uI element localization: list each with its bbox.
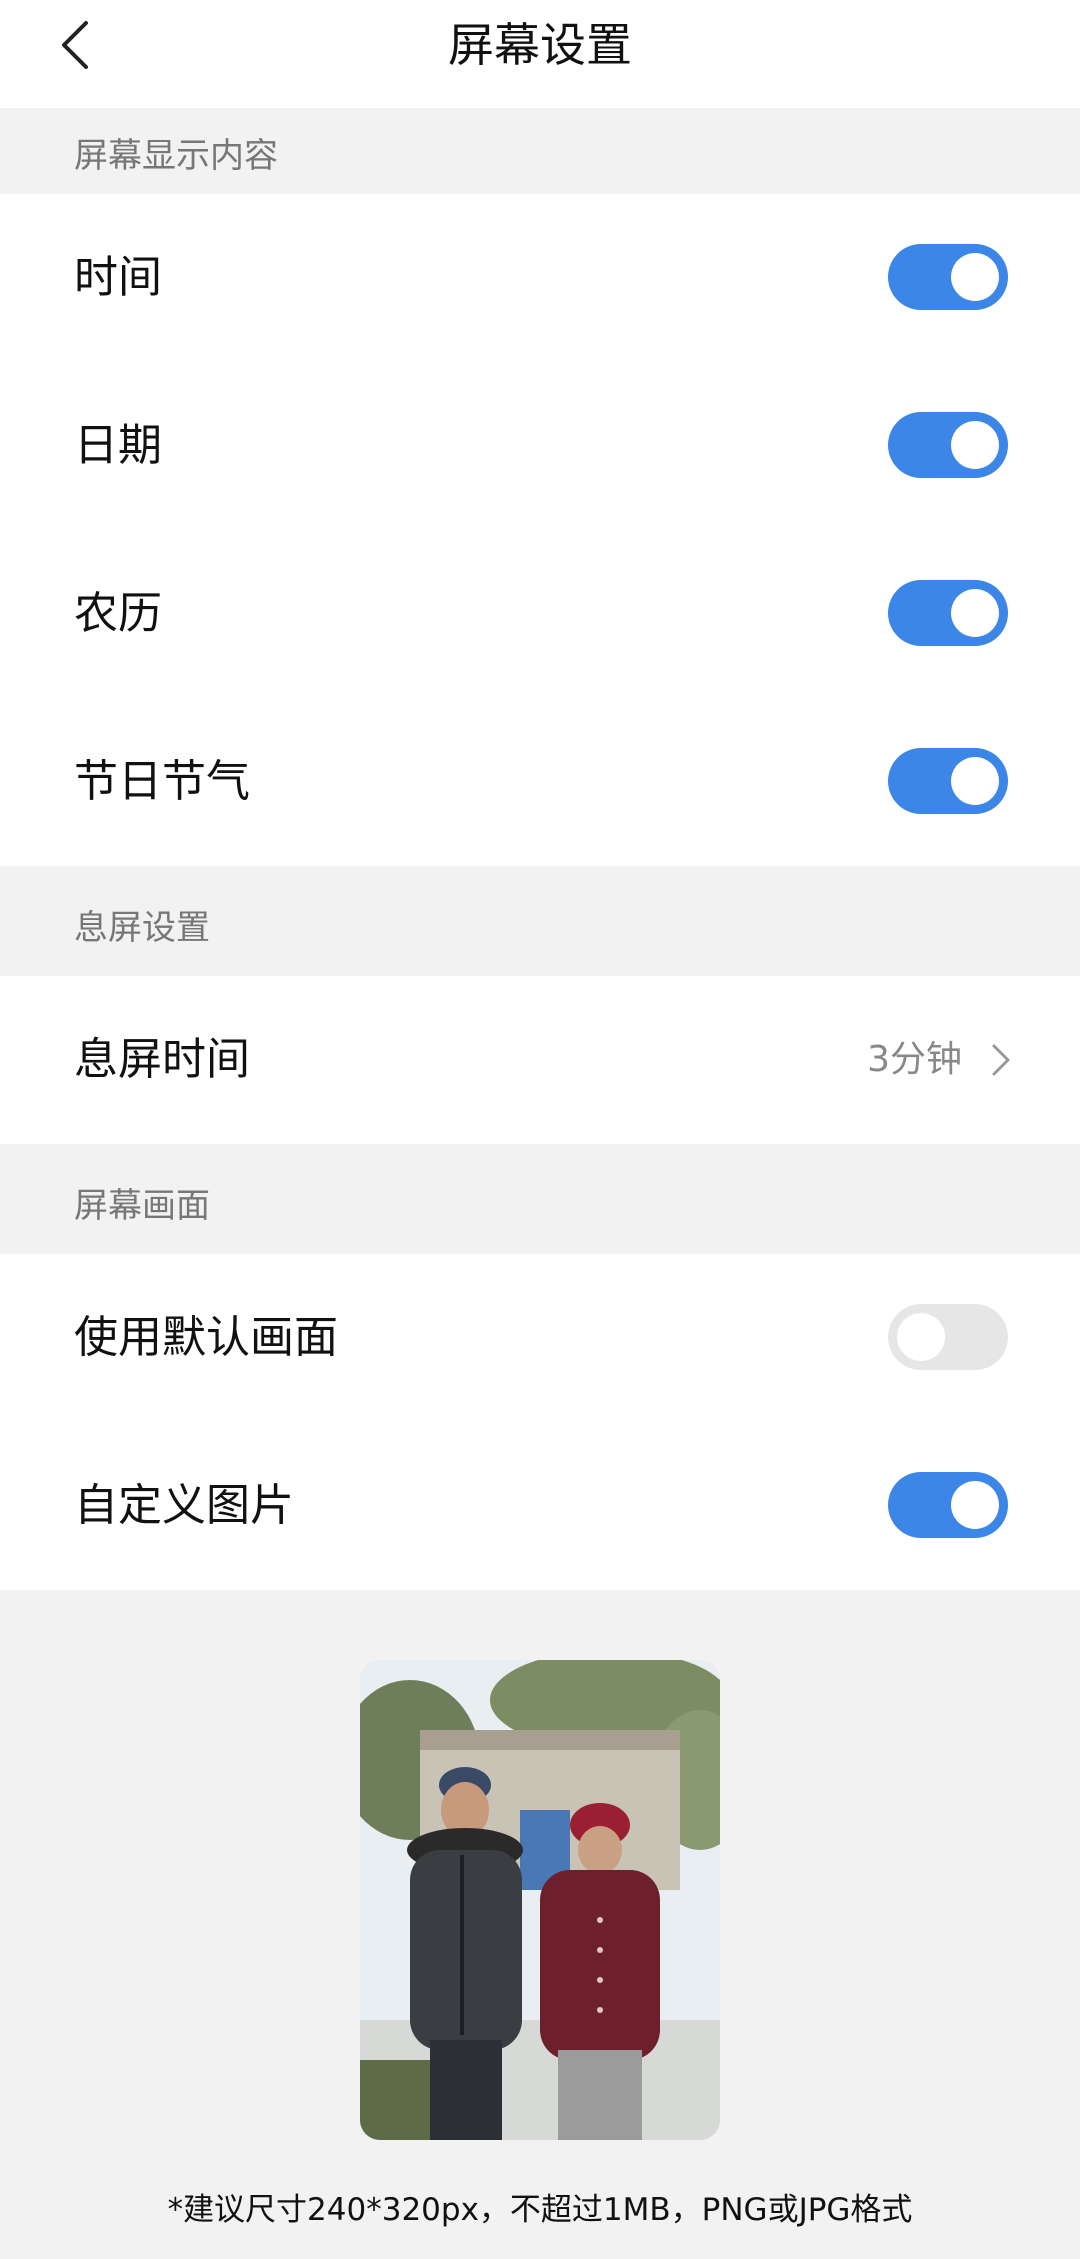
- photo-image: [360, 1660, 720, 2140]
- section-title: 屏幕画面: [74, 1186, 210, 1226]
- toggle-knob: [951, 757, 999, 805]
- row-lunar: 农历: [0, 530, 1080, 698]
- row-label: 农历: [74, 588, 162, 639]
- screen-off-card: 息屏时间 3分钟: [0, 976, 1080, 1144]
- row-label: 息屏时间: [74, 1034, 250, 1085]
- row-default-picture: 使用默认画面: [0, 1254, 1080, 1422]
- default-picture-toggle[interactable]: [888, 1304, 1008, 1370]
- row-label: 使用默认画面: [74, 1312, 338, 1363]
- row-time: 时间: [0, 194, 1080, 362]
- toggle-knob: [951, 421, 999, 469]
- date-toggle[interactable]: [888, 412, 1008, 478]
- picture-size-hint: *建议尺寸240*320px，不超过1MB，PNG或JPG格式: [167, 2192, 913, 2228]
- section-header-screen-picture: 屏幕画面: [0, 1144, 1080, 1254]
- section-header-display-content: 屏幕显示内容: [0, 108, 1080, 194]
- display-content-card: 时间 日期 农历 节日节气: [0, 194, 1080, 866]
- row-label: 自定义图片: [74, 1480, 294, 1531]
- section-title: 屏幕显示内容: [74, 136, 278, 176]
- row-date: 日期: [0, 362, 1080, 530]
- row-label: 日期: [74, 420, 162, 471]
- row-label: 节日节气: [74, 756, 250, 807]
- screen-picture-card: 使用默认画面 自定义图片: [0, 1254, 1080, 1590]
- lunar-toggle[interactable]: [888, 580, 1008, 646]
- screen-off-time-value: 3分钟: [867, 1039, 962, 1080]
- toggle-knob: [951, 253, 999, 301]
- festivals-toggle[interactable]: [888, 748, 1008, 814]
- row-label: 时间: [74, 252, 162, 303]
- row-screen-off-time[interactable]: 息屏时间 3分钟: [0, 976, 1080, 1144]
- row-festivals: 节日节气: [0, 698, 1080, 866]
- row-custom-picture: 自定义图片: [0, 1422, 1080, 1590]
- section-header-screen-off: 息屏设置: [0, 866, 1080, 976]
- custom-picture-toggle[interactable]: [888, 1472, 1008, 1538]
- chevron-right-icon: [992, 1044, 1010, 1076]
- time-toggle[interactable]: [888, 244, 1008, 310]
- toggle-knob: [897, 1313, 945, 1361]
- top-bar: 屏幕设置: [0, 0, 1080, 108]
- section-title: 息屏设置: [74, 908, 210, 948]
- page-title: 屏幕设置: [448, 18, 632, 72]
- toggle-knob: [951, 589, 999, 637]
- toggle-knob: [951, 1481, 999, 1529]
- custom-picture-preview[interactable]: [360, 1660, 720, 2140]
